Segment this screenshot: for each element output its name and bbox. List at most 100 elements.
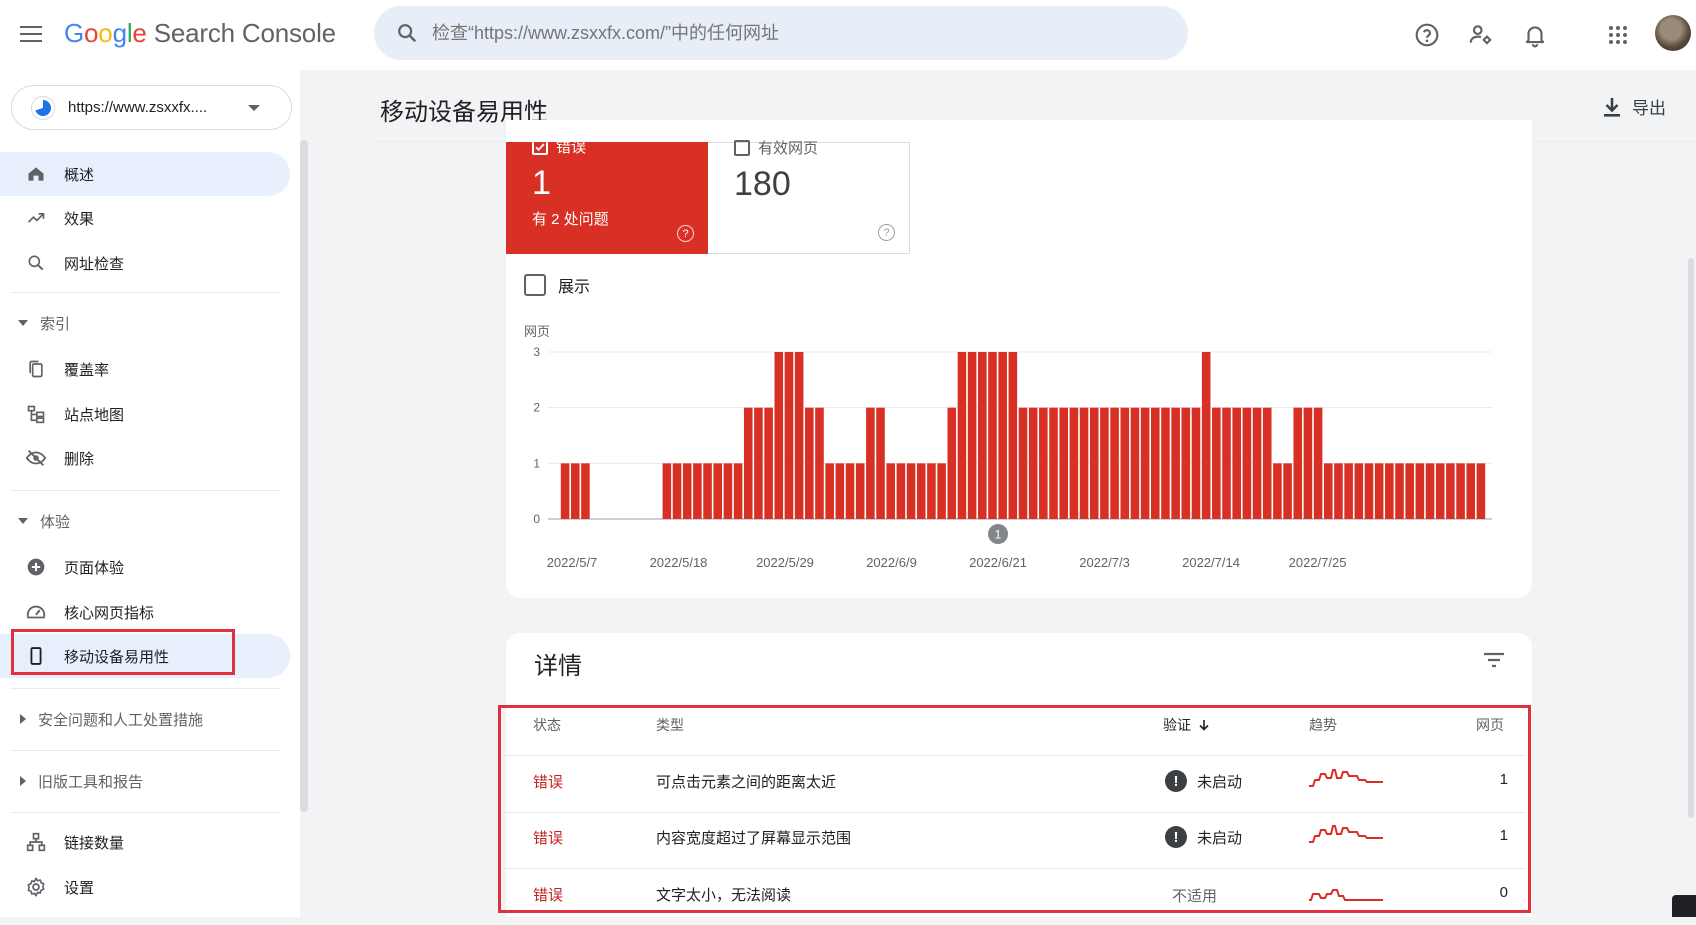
chart-bar	[1161, 407, 1170, 519]
chart-bar	[1120, 407, 1130, 519]
export-button[interactable]: 导出	[1602, 94, 1666, 119]
search-icon	[398, 24, 417, 43]
url-inspection-search[interactable]	[374, 6, 1188, 60]
chart-bar	[906, 463, 916, 519]
checkbox-unchecked-icon[interactable]	[734, 139, 750, 156]
help-icon[interactable]: ?	[677, 225, 694, 242]
filter-icon[interactable]	[1482, 650, 1506, 675]
sidebar-divider	[10, 292, 280, 293]
chart-bar	[855, 463, 865, 519]
highlight-box-nav	[11, 629, 235, 675]
x-tick-label: 2022/5/18	[650, 555, 708, 570]
sidebar-scrollbar[interactable]	[300, 140, 308, 812]
chart-bar	[1191, 407, 1201, 519]
valid-tile-label: 有效网页	[758, 140, 819, 157]
error-summary-tile[interactable]: 错误 1 有 2 处问题 ?	[506, 138, 708, 254]
chart-bar	[1150, 407, 1160, 519]
main-scrollbar[interactable]	[1688, 258, 1694, 818]
sidebar-item-coverage[interactable]: 覆盖率	[0, 347, 290, 391]
chart-bar	[1028, 407, 1038, 519]
chart-bar	[1446, 463, 1455, 519]
chart-bar	[1374, 463, 1384, 519]
trending-up-icon	[24, 208, 48, 228]
checkbox-unchecked-icon	[524, 274, 546, 296]
account-avatar[interactable]	[1655, 15, 1691, 51]
main-menu-icon[interactable]	[20, 20, 48, 48]
visibility-off-icon	[24, 447, 48, 469]
property-url: https://www.zsxxfx....	[68, 99, 208, 116]
notifications-icon[interactable]	[1520, 20, 1550, 50]
x-tick-label: 2022/6/21	[969, 555, 1027, 570]
chart-bar	[1089, 407, 1099, 519]
y-tick-label: 3	[533, 345, 540, 359]
chart-bar	[1140, 407, 1150, 519]
chart-bar	[1018, 407, 1028, 519]
chart-bar	[743, 407, 753, 519]
chart-bar	[1069, 407, 1079, 519]
add-circle-icon	[24, 557, 48, 577]
chart-bar	[693, 463, 702, 519]
chart-bar	[1425, 463, 1435, 519]
chart-bar	[1466, 463, 1476, 519]
chart-bar	[1293, 407, 1303, 519]
chart-bar	[1364, 463, 1374, 519]
settings-icon	[24, 876, 48, 898]
sidebar-item-links[interactable]: 链接数量	[0, 820, 290, 864]
chart-bar	[1059, 407, 1068, 519]
sidebar-item-performance[interactable]: 效果	[0, 196, 290, 240]
help-icon[interactable]	[1412, 20, 1442, 50]
sidebar-item-core-web-vitals[interactable]: 核心网页指标	[0, 590, 290, 634]
sidebar-divider	[10, 812, 280, 813]
error-issue-count: 有 2 处问题	[532, 211, 609, 228]
details-title: 详情	[534, 653, 582, 680]
checkbox-checked-icon[interactable]	[532, 138, 548, 155]
show-impressions-checkbox[interactable]: 展示	[524, 273, 590, 297]
valid-count: 180	[734, 165, 791, 203]
chart-bar	[754, 407, 763, 519]
chart-bar	[896, 463, 906, 519]
sidebar-item-page-experience[interactable]: 页面体验	[0, 545, 290, 589]
chart-bar	[1303, 407, 1313, 519]
chart-bar	[876, 407, 885, 519]
sidebar-section-index[interactable]: 索引	[0, 303, 290, 343]
chart-bar	[581, 463, 590, 519]
chart-bar	[1110, 407, 1119, 519]
chart-bar	[1323, 463, 1333, 519]
sidebar-section-security[interactable]: 安全问题和人工处置措施	[0, 699, 290, 739]
chart-annotation-label: 1	[995, 528, 1002, 542]
sidebar-item-overview[interactable]: 概述	[0, 152, 290, 196]
chart-bar	[682, 463, 692, 519]
search-icon	[24, 253, 48, 273]
help-icon[interactable]: ?	[878, 224, 895, 241]
collapse-arrow-icon	[18, 518, 28, 524]
sidebar-section-experience[interactable]: 体验	[0, 501, 290, 541]
dropdown-arrow-icon	[248, 104, 260, 111]
chart-bar	[825, 463, 834, 519]
sidebar-item-sitemaps[interactable]: 站点地图	[0, 392, 290, 436]
valid-summary-tile[interactable]: 有效网页 180 ?	[708, 139, 910, 254]
search-console-logo[interactable]: Google Search Console	[64, 18, 336, 49]
chart-bar	[713, 463, 723, 519]
chart-bar	[1008, 352, 1018, 519]
chart-bar	[1283, 463, 1292, 519]
chart-bar	[1344, 463, 1353, 519]
search-input[interactable]	[432, 22, 1132, 44]
sidebar-item-removals[interactable]: 删除	[0, 436, 290, 480]
chart-bar	[784, 352, 794, 519]
highlight-box-table	[498, 705, 1531, 913]
property-selector[interactable]: https://www.zsxxfx....	[11, 85, 292, 130]
chart-bar	[1232, 407, 1241, 519]
sidebar-item-settings[interactable]: 设置	[0, 865, 290, 909]
chart-bar	[1181, 407, 1191, 519]
corner-widget-icon[interactable]	[1672, 895, 1696, 917]
manage-users-icon[interactable]	[1466, 20, 1496, 50]
apps-icon[interactable]	[1603, 20, 1633, 50]
chart-bar	[662, 463, 672, 519]
chart-bar	[1313, 407, 1323, 519]
expand-arrow-icon	[20, 714, 26, 724]
chart-bar	[1273, 463, 1282, 519]
chart-bar	[1405, 463, 1414, 519]
sidebar-section-legacy[interactable]: 旧版工具和报告	[0, 761, 290, 801]
sidebar-item-url-inspection[interactable]: 网址检查	[0, 241, 290, 285]
chart-bar	[1476, 463, 1486, 519]
